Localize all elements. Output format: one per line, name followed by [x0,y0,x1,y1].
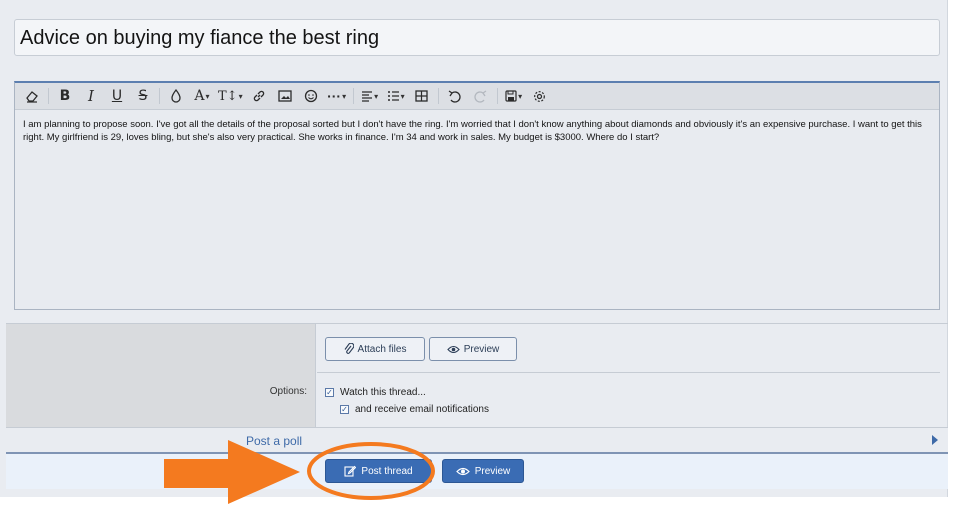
eye-icon [455,467,470,475]
underline-icon[interactable]: U [107,85,127,107]
options-label: Options: [269,386,307,397]
more-icon[interactable]: ··· ▾ [327,85,347,107]
image-icon[interactable] [275,85,295,107]
clear-formatting-icon[interactable] [22,85,42,107]
drafts-icon[interactable]: ▾ [504,85,524,107]
post-poll-row[interactable]: Post a poll [6,427,948,454]
toolbar-divider [159,88,160,104]
watch-thread-option[interactable]: ✓ Watch this thread... [325,387,426,398]
editor-toolbar: B I U S A ▾ T↕ ▾ ··· ▾ ▾ ▾ ▾ [15,83,939,110]
font-size-glyph: T↕ [218,88,238,104]
font-size-icon[interactable]: T↕ ▾ [218,85,243,107]
chevron-down-icon: ▾ [238,91,243,101]
font-family-glyph: A [194,88,205,104]
watch-thread-label: Watch this thread... [340,387,426,398]
link-icon[interactable] [249,85,269,107]
post-poll-link[interactable]: Post a poll [246,434,302,448]
attach-files-button[interactable]: Attach files [325,337,425,361]
options-label-column: Options: [6,324,316,428]
form-rows: Options: Attach files Preview ✓ Watch th… [6,323,948,428]
chevron-down-icon: ▾ [400,91,405,101]
preview-button-attachments[interactable]: Preview [429,337,517,361]
row-divider [317,372,940,373]
chevron-down-icon: ▾ [205,91,210,101]
undo-icon[interactable] [445,85,465,107]
paperclip-icon [344,343,354,354]
email-notifications-option[interactable]: ✓ and receive email notifications [340,404,489,415]
post-thread-button[interactable]: Post thread [325,459,432,483]
bold-icon[interactable]: B [55,85,75,107]
toolbar-divider [496,88,498,104]
chevron-down-icon: ▾ [374,91,379,101]
email-notifications-label: and receive email notifications [355,404,489,415]
italic-icon[interactable]: I [81,85,101,107]
submit-row: Post thread Preview [6,454,948,489]
strikethrough-icon[interactable]: S [133,85,153,107]
eye-icon [446,345,460,353]
text-color-icon[interactable] [166,85,186,107]
redo-icon[interactable] [471,85,491,107]
preview-label: Preview [463,343,500,355]
message-editor: B I U S A ▾ T↕ ▾ ··· ▾ ▾ ▾ ▾ I am planni… [14,81,940,310]
smiley-icon[interactable] [301,85,321,107]
email-notifications-checkbox[interactable]: ✓ [340,405,349,414]
edit-icon [344,465,357,477]
preview-label: Preview [474,465,511,477]
thread-title-input[interactable]: Advice on buying my fiance the best ring [14,19,940,56]
new-thread-form: Advice on buying my fiance the best ring… [0,0,948,497]
attach-files-label: Attach files [357,343,407,355]
more-glyph: ··· [327,88,342,104]
chevron-down-icon: ▾ [342,91,347,101]
toolbar-divider [352,88,354,104]
preview-button[interactable]: Preview [442,459,524,483]
toolbar-divider [437,88,439,104]
post-thread-label: Post thread [361,465,413,477]
list-icon[interactable]: ▾ [386,85,406,107]
editor-content[interactable]: I am planning to propose soon. I've got … [15,110,939,153]
align-icon[interactable]: ▾ [360,85,380,107]
chevron-down-icon: ▾ [518,91,523,101]
font-family-icon[interactable]: A ▾ [192,85,212,107]
settings-icon[interactable] [530,85,550,107]
watch-thread-checkbox[interactable]: ✓ [325,388,334,397]
chevron-right-icon [932,435,938,445]
table-icon[interactable] [412,85,432,107]
toolbar-divider [48,88,49,104]
